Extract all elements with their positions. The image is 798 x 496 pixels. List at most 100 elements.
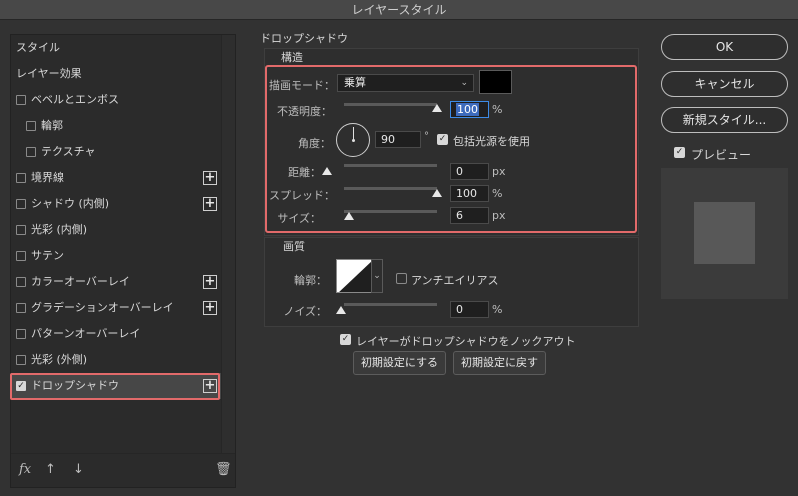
angle-label: 角度： (298, 137, 331, 150)
distance-field[interactable]: 0 (450, 163, 489, 180)
styles-list-item-label: テクスチャ (41, 145, 96, 158)
trash-icon[interactable]: 🗑 (215, 462, 232, 477)
size-label: サイズ： (277, 212, 321, 225)
angle-unit: ° (424, 131, 429, 142)
size-slider[interactable] (344, 210, 437, 213)
knockout-label: レイヤーがドロップシャドウをノックアウト (356, 335, 576, 348)
inner-glow-checkbox[interactable] (16, 225, 26, 235)
cancel-button[interactable]: キャンセル (661, 71, 788, 97)
styles-list-footer: fx ↑ ↓ 🗑 (11, 453, 235, 487)
styles-list-item-bevel-emboss[interactable]: ベベルとエンボス (11, 87, 221, 113)
spread-slider-thumb[interactable] (432, 189, 442, 197)
gradient-overlay-checkbox[interactable] (16, 303, 26, 313)
reset-default-button[interactable]: 初期設定に戻す (453, 351, 546, 375)
blend-mode-select[interactable]: 乗算 ⌄ (337, 74, 474, 92)
contour-dropdown[interactable]: ⌄ (371, 259, 383, 293)
styles-list-item-outer-glow[interactable]: 光彩 (外側) (11, 347, 221, 373)
angle-value: 90 (381, 133, 395, 146)
move-up-icon[interactable]: ↑ (45, 462, 56, 477)
add-color-overlay-icon[interactable]: + (203, 275, 217, 289)
spread-value: 100 (456, 187, 477, 200)
styles-list-item-label: カラーオーバーレイ (31, 275, 130, 288)
opacity-slider-thumb[interactable] (432, 104, 442, 112)
anti-alias-label: アンチエイリアス (411, 274, 499, 287)
angle-dial-center (352, 139, 355, 142)
satin-checkbox[interactable] (16, 251, 26, 261)
quality-title: 画質 (283, 240, 305, 253)
fx-icon[interactable]: fx (19, 462, 31, 477)
spread-field[interactable]: 100 (450, 185, 489, 202)
add-gradient-overlay-icon[interactable]: + (203, 301, 217, 315)
opacity-slider[interactable] (344, 103, 437, 106)
opacity-field[interactable]: 100 (450, 101, 489, 118)
opacity-label: 不透明度： (277, 105, 332, 118)
styles-list-item-label: 境界線 (31, 171, 64, 184)
size-field[interactable]: 6 (450, 207, 489, 224)
add-drop-shadow-icon[interactable]: + (203, 379, 217, 393)
styles-list-item-inner-shadow[interactable]: シャドウ (内側) + (11, 191, 221, 217)
structure-title: 構造 (281, 51, 303, 64)
move-down-icon[interactable]: ↓ (73, 462, 84, 477)
chevron-down-icon: ⌄ (373, 271, 381, 281)
spread-label: スプレッド： (269, 189, 335, 202)
new-style-button[interactable]: 新規スタイル... (661, 107, 788, 133)
noise-slider-thumb[interactable] (336, 306, 346, 314)
styles-list-item-stroke[interactable]: 境界線 + (11, 165, 221, 191)
size-unit: px (492, 209, 506, 222)
color-overlay-checkbox[interactable] (16, 277, 26, 287)
make-default-button[interactable]: 初期設定にする (353, 351, 446, 375)
size-slider-thumb[interactable] (343, 212, 354, 220)
styles-list-item-gradient-overlay[interactable]: グラデーションオーバーレイ + (11, 295, 221, 321)
styles-list-item-layer-effects[interactable]: レイヤー効果 (11, 61, 221, 87)
styles-list-item-satin[interactable]: サテン (11, 243, 221, 269)
styles-list-item-label: サテン (31, 249, 64, 262)
styles-list-item-color-overlay[interactable]: カラーオーバーレイ + (11, 269, 221, 295)
distance-value: 0 (456, 165, 463, 178)
styles-list-item-pattern-overlay[interactable]: パターンオーバーレイ (11, 321, 221, 347)
noise-field[interactable]: 0 (450, 301, 489, 318)
noise-value: 0 (456, 303, 463, 316)
styles-list-scrollbar[interactable] (221, 35, 235, 453)
add-stroke-icon[interactable]: + (203, 171, 217, 185)
angle-dial[interactable] (336, 123, 370, 157)
blend-mode-label: 描画モード： (269, 79, 335, 92)
shadow-color-swatch[interactable] (479, 70, 512, 94)
drop-shadow-title: ドロップシャドウ (260, 32, 348, 45)
bevel-emboss-checkbox[interactable] (16, 95, 26, 105)
styles-list-item-texture[interactable]: テクスチャ (11, 139, 221, 165)
distance-slider[interactable] (344, 164, 437, 167)
styles-list-item-drop-shadow[interactable]: ✓ ドロップシャドウ + (11, 373, 221, 399)
angle-field[interactable]: 90 (375, 131, 421, 148)
spread-slider[interactable] (344, 187, 437, 190)
contour-preview[interactable] (336, 259, 372, 293)
styles-list-item-inner-glow[interactable]: 光彩 (内側) (11, 217, 221, 243)
checkmark-icon: ✓ (341, 334, 350, 344)
texture-checkbox[interactable] (26, 147, 36, 157)
noise-slider[interactable] (344, 303, 437, 306)
drop-shadow-checkbox[interactable]: ✓ (16, 381, 26, 391)
blend-mode-value: 乗算 (344, 76, 366, 89)
knockout-checkbox[interactable]: ✓ (340, 334, 351, 345)
spread-unit: % (492, 187, 503, 200)
anti-alias-checkbox[interactable] (396, 273, 407, 284)
preview-checkbox[interactable]: ✓ (674, 147, 685, 158)
outer-glow-checkbox[interactable] (16, 355, 26, 365)
contour-checkbox[interactable] (26, 121, 36, 131)
styles-list-item-contour[interactable]: 輪郭 (11, 113, 221, 139)
ok-button[interactable]: OK (661, 34, 788, 60)
styles-list-item-style[interactable]: スタイル (11, 35, 221, 61)
global-light-checkbox[interactable]: ✓ (437, 134, 448, 145)
styles-list-item-label: シャドウ (内側) (31, 197, 110, 210)
distance-slider-thumb[interactable] (322, 167, 332, 175)
contour-curve-icon (339, 261, 371, 292)
opacity-unit: % (492, 103, 503, 116)
styles-list-item-label: 光彩 (外側) (31, 353, 88, 366)
stroke-checkbox[interactable] (16, 173, 26, 183)
distance-unit: px (492, 165, 506, 178)
pattern-overlay-checkbox[interactable] (16, 329, 26, 339)
inner-shadow-checkbox[interactable] (16, 199, 26, 209)
preview-thumbnail (661, 168, 788, 299)
styles-list-item-label: ドロップシャドウ (31, 379, 119, 392)
noise-unit: % (492, 303, 503, 316)
add-inner-shadow-icon[interactable]: + (203, 197, 217, 211)
